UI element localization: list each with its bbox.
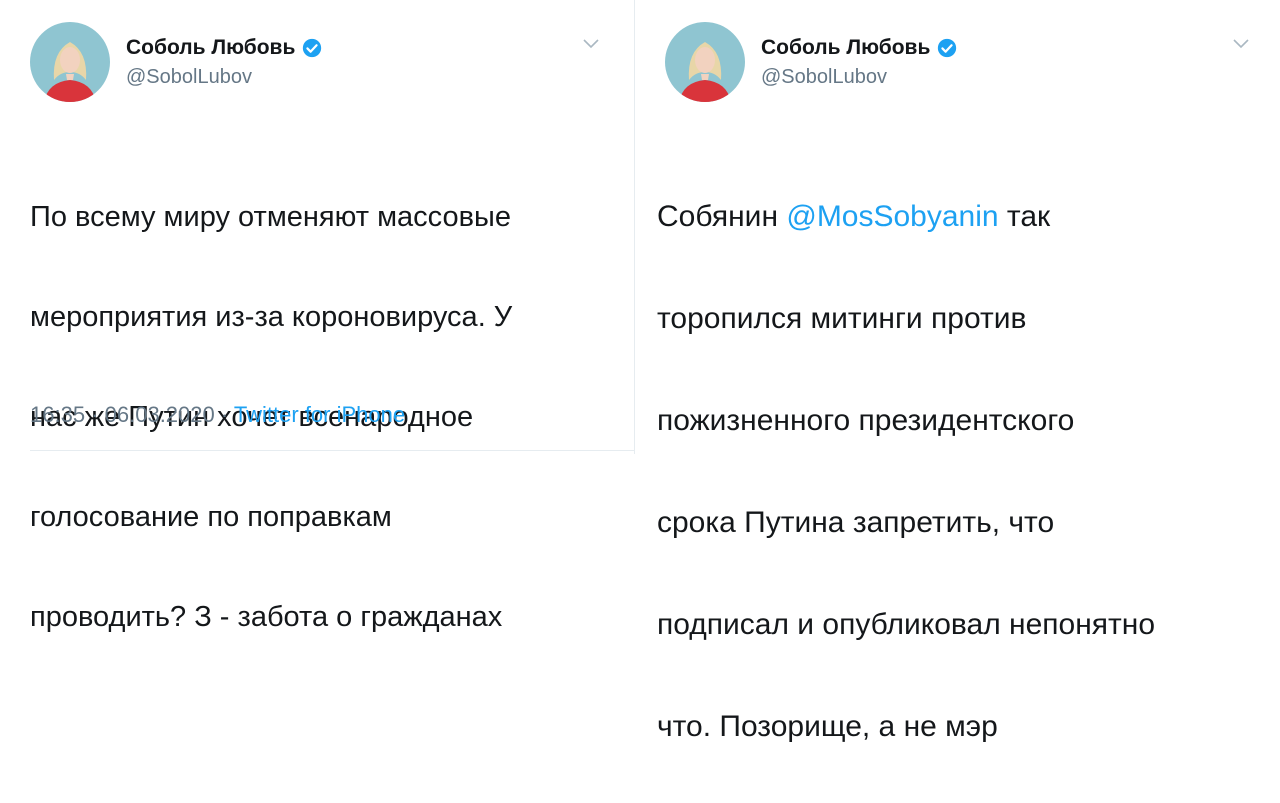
tweet-source-link[interactable]: Twitter for iPhone <box>234 402 405 427</box>
tweet-time[interactable]: 16:35 <box>30 402 85 427</box>
author-name[interactable]: Соболь Любовь <box>126 36 295 60</box>
tweet-date[interactable]: 06.03.2020 <box>105 402 215 427</box>
tweet-card-1: Соболь Любовь @SobolLubov По всему миру … <box>0 0 634 633</box>
tweet-text-prefix: Собянин <box>657 200 787 233</box>
tweet-meta: 16:35 · 06.03.2020 · Twitter for iPhone <box>30 402 405 428</box>
author-row: Соболь Любовь <box>126 36 323 60</box>
tweet-line: голосование по поправкам <box>30 501 392 533</box>
mention-link[interactable]: @MosSobyanin <box>786 200 998 233</box>
author-handle[interactable]: @SobolLubov <box>761 66 887 89</box>
tweet-text: Собянин @MosSobyanin так торопился митин… <box>657 140 1155 803</box>
tweet-line: По всему миру отменяют массовые <box>30 201 511 233</box>
tweet-line: что. Позорище, а не мэр <box>657 710 998 743</box>
tweet-card-2: Соболь Любовь @SobolLubov Собянин @MosSo… <box>634 0 1280 743</box>
divider <box>30 450 634 451</box>
tweet-line: Собянин @MosSobyanin так <box>657 191 1155 242</box>
avatar[interactable] <box>30 22 110 102</box>
verified-badge-icon <box>938 38 957 58</box>
tweet-line: проводить? З - забота о гражданах <box>30 601 503 633</box>
tweet-line: подписал и опубликовал непонятно <box>657 608 1156 641</box>
author-handle[interactable]: @SobolLubov <box>126 66 252 89</box>
tweet-line: пожизненного президентского <box>657 404 1075 437</box>
author-row: Соболь Любовь <box>761 36 958 60</box>
tweet-line: мероприятия из-за короновируса. У <box>30 301 513 333</box>
separator-dot: · <box>220 402 229 427</box>
separator-dot: · <box>91 402 99 427</box>
tweet-line: торопился митинги против <box>657 302 1027 335</box>
tweet-line: срока Путина запретить, что <box>657 506 1055 539</box>
verified-badge-icon <box>303 38 322 58</box>
author-name[interactable]: Соболь Любовь <box>761 36 930 60</box>
tweet-text-suffix: так <box>998 200 1051 233</box>
avatar[interactable] <box>665 22 745 102</box>
chevron-down-icon[interactable] <box>582 38 600 50</box>
chevron-down-icon[interactable] <box>1232 38 1250 50</box>
